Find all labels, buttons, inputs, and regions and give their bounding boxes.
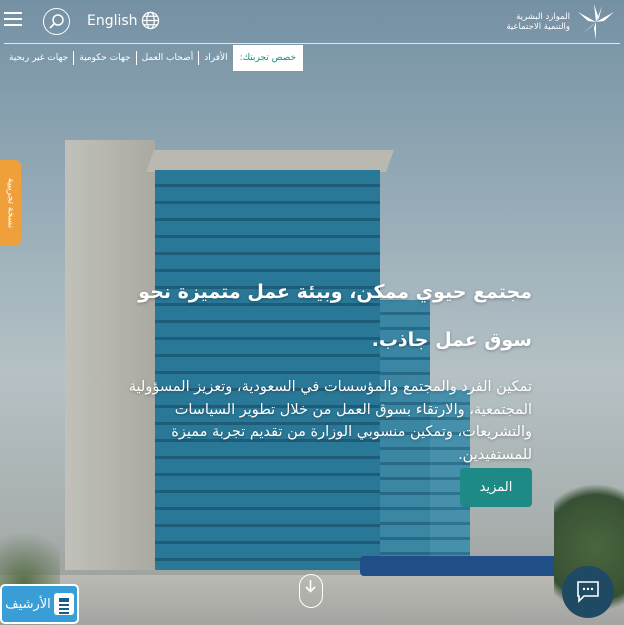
archive-badge[interactable]: الأرشيف — [0, 584, 79, 624]
globe-icon — [141, 11, 159, 30]
archive-icon — [53, 593, 74, 615]
scroll-down-button[interactable] — [299, 574, 323, 608]
hero-title: مجتمع حيوي ممكن، وبيئة عمل متميزة نحو سو… — [138, 281, 532, 351]
header-divider — [4, 43, 620, 44]
audience-nav: خصص تجربتك: الأفراد أصحاب العمل جهات حكو… — [4, 45, 304, 71]
ministry-logo[interactable]: الموارد البشرية والتنمية الاجتماعية — [506, 4, 618, 40]
nav-item-government[interactable]: جهات حكومية — [73, 51, 135, 65]
language-label: English — [87, 12, 138, 29]
hero-section: مجتمع حيوي ممكن، وبيئة عمل متميزة نحو سو… — [102, 268, 532, 466]
more-button[interactable]: المزيد — [460, 468, 532, 507]
nav-item-employers[interactable]: أصحاب العمل — [135, 51, 199, 65]
language-switch[interactable]: English — [87, 11, 160, 30]
nav-item-individuals[interactable]: الأفراد — [198, 51, 232, 65]
beta-version-tab[interactable]: نسخة تجريبية — [0, 160, 21, 246]
nav-item-nonprofit[interactable]: جهات غير ربحية — [4, 51, 73, 65]
archive-label: الأرشيف — [5, 596, 51, 612]
chat-icon — [577, 581, 599, 603]
logo-icon — [578, 4, 614, 40]
menu-icon[interactable] — [4, 12, 22, 26]
scroll-down-icon — [305, 580, 316, 593]
search-button[interactable] — [43, 8, 70, 35]
search-icon — [49, 14, 64, 29]
chat-button[interactable] — [562, 566, 614, 618]
header: English الموارد البشرية والتنمية الاجتما… — [0, 0, 624, 43]
hero-description: تمكين الفرد والمجتمع والمؤسسات في السعود… — [128, 379, 532, 463]
nav-customize-label[interactable]: خصص تجربتك: — [232, 45, 304, 71]
